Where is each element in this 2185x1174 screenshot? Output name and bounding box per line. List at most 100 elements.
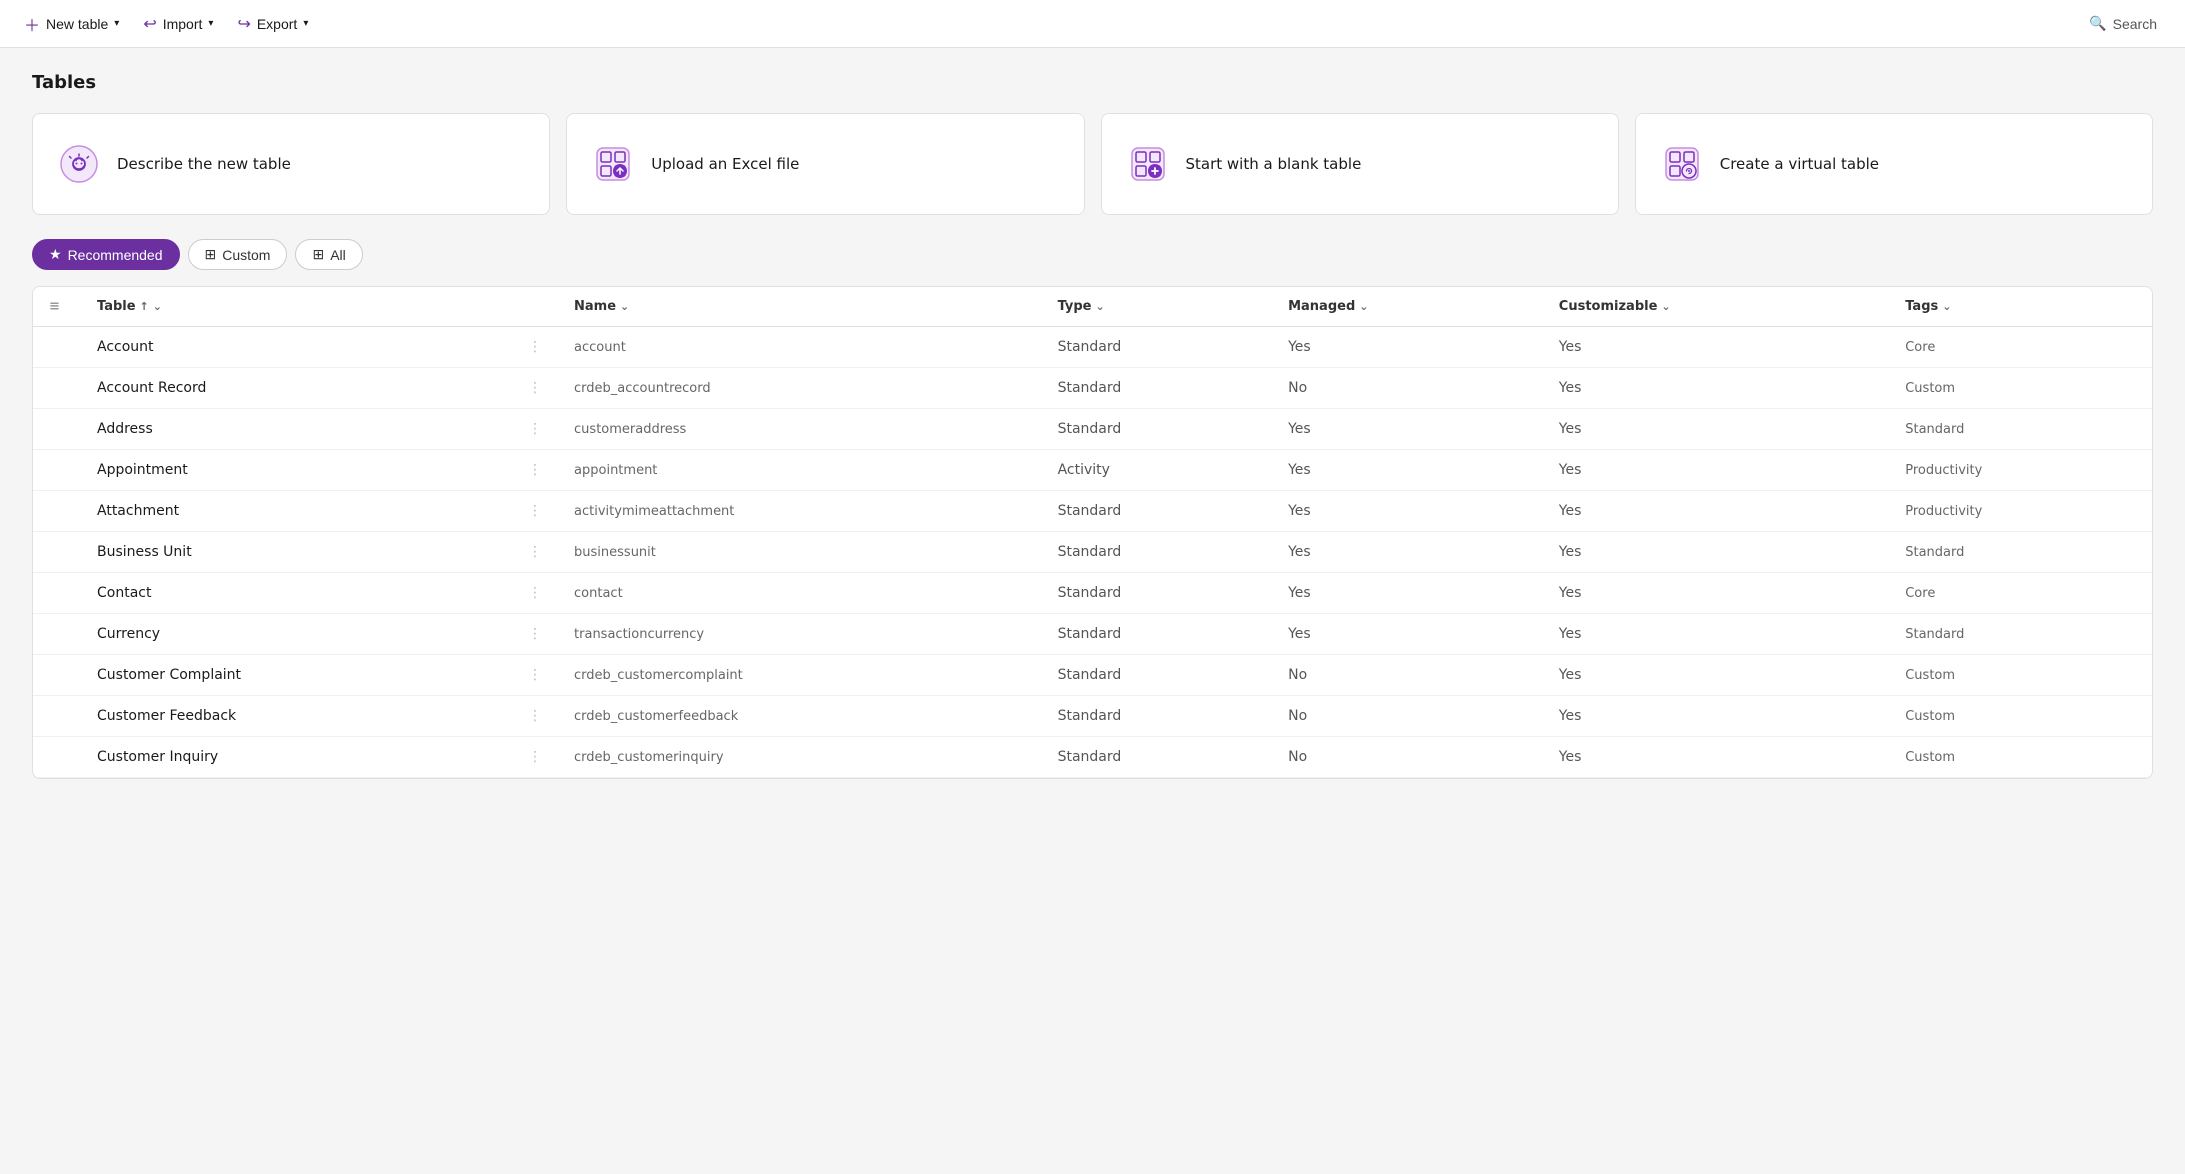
row-options-icon[interactable]: ⋮ <box>528 708 542 724</box>
cell-managed: No <box>1272 655 1543 696</box>
col-table-label: Table <box>97 299 136 314</box>
card-describe[interactable]: Describe the new table <box>32 113 550 215</box>
cell-table: Customer Inquiry ⋮ <box>81 737 558 778</box>
page-title: Tables <box>32 72 2153 93</box>
row-menu <box>33 573 81 614</box>
cell-tags: Custom <box>1889 368 2152 409</box>
row-options-icon[interactable]: ⋮ <box>528 667 542 683</box>
col-managed-label: Managed <box>1288 299 1355 314</box>
name-sort-icon: ⌄ <box>620 300 629 313</box>
row-options-icon[interactable]: ⋮ <box>528 462 542 478</box>
cell-table: Customer Feedback ⋮ <box>81 696 558 737</box>
new-table-button[interactable]: ＋ New table ▾ <box>16 8 127 40</box>
import-button[interactable]: ↩ Import ▾ <box>135 10 221 38</box>
sort-asc-icon: ↑ <box>140 300 149 313</box>
custom-label: Custom <box>222 247 270 263</box>
row-options-icon[interactable]: ⋮ <box>528 380 542 396</box>
cell-managed: Yes <box>1272 491 1543 532</box>
row-menu <box>33 327 81 368</box>
table-row[interactable]: Customer Feedback ⋮ crdeb_customerfeedba… <box>33 696 2152 737</box>
describe-icon <box>57 142 101 186</box>
new-table-label: New table <box>46 16 108 32</box>
table-row[interactable]: Attachment ⋮ activitymimeattachment Stan… <box>33 491 2152 532</box>
export-chevron-icon: ▾ <box>303 18 308 29</box>
cell-name: activitymimeattachment <box>558 491 1042 532</box>
row-options-icon[interactable]: ⋮ <box>528 585 542 601</box>
th-type[interactable]: Type ⌄ <box>1042 287 1273 327</box>
filter-all[interactable]: ⊞ All <box>295 239 362 270</box>
cell-tags: Custom <box>1889 696 2152 737</box>
card-upload[interactable]: Upload an Excel file <box>566 113 1084 215</box>
star-icon: ★ <box>49 246 62 263</box>
cell-managed: Yes <box>1272 573 1543 614</box>
recommended-label: Recommended <box>68 247 163 263</box>
table-row[interactable]: Appointment ⋮ appointment Activity Yes Y… <box>33 450 2152 491</box>
cell-tags: Core <box>1889 573 2152 614</box>
th-customizable[interactable]: Customizable ⌄ <box>1543 287 1889 327</box>
cell-managed: Yes <box>1272 614 1543 655</box>
cell-type: Standard <box>1042 409 1273 450</box>
cell-name: account <box>558 327 1042 368</box>
th-name[interactable]: Name ⌄ <box>558 287 1042 327</box>
row-menu <box>33 491 81 532</box>
table-row[interactable]: Customer Inquiry ⋮ crdeb_customerinquiry… <box>33 737 2152 778</box>
all-grid-icon: ⊞ <box>312 246 324 263</box>
table-row[interactable]: Contact ⋮ contact Standard Yes Yes Core <box>33 573 2152 614</box>
cell-type: Standard <box>1042 737 1273 778</box>
search-icon: 🔍 <box>2089 15 2106 32</box>
row-options-icon[interactable]: ⋮ <box>528 421 542 437</box>
row-options-icon[interactable]: ⋮ <box>528 339 542 355</box>
cell-managed: Yes <box>1272 409 1543 450</box>
row-menu <box>33 737 81 778</box>
topbar: ＋ New table ▾ ↩ Import ▾ ↪ Export ▾ 🔍 Se… <box>0 0 2185 48</box>
all-label: All <box>330 247 346 263</box>
describe-card-label: Describe the new table <box>117 155 291 173</box>
col-name-label: Name <box>574 299 616 314</box>
new-table-chevron-icon: ▾ <box>114 18 119 29</box>
export-button[interactable]: ↪ Export ▾ <box>229 10 316 38</box>
cell-type: Standard <box>1042 491 1273 532</box>
cell-type: Standard <box>1042 573 1273 614</box>
table-row[interactable]: Customer Complaint ⋮ crdeb_customercompl… <box>33 655 2152 696</box>
cell-table: Attachment ⋮ <box>81 491 558 532</box>
th-tags[interactable]: Tags ⌄ <box>1889 287 2152 327</box>
table-row[interactable]: Address ⋮ customeraddress Standard Yes Y… <box>33 409 2152 450</box>
cell-customizable: Yes <box>1543 532 1889 573</box>
card-blank[interactable]: Start with a blank table <box>1101 113 1619 215</box>
cell-name: contact <box>558 573 1042 614</box>
row-options-icon[interactable]: ⋮ <box>528 503 542 519</box>
row-options-icon[interactable]: ⋮ <box>528 544 542 560</box>
cell-name: appointment <box>558 450 1042 491</box>
table-body: Account ⋮ account Standard Yes Yes Core … <box>33 327 2152 778</box>
row-menu <box>33 368 81 409</box>
search-label: Search <box>2113 16 2157 32</box>
cell-customizable: Yes <box>1543 327 1889 368</box>
row-menu <box>33 409 81 450</box>
filter-tabs: ★ Recommended ⊞ Custom ⊞ All <box>32 239 2153 270</box>
filter-custom[interactable]: ⊞ Custom <box>188 239 288 270</box>
card-virtual[interactable]: Create a virtual table <box>1635 113 2153 215</box>
cell-name: crdeb_accountrecord <box>558 368 1042 409</box>
filter-recommended[interactable]: ★ Recommended <box>32 239 180 270</box>
blank-icon <box>1126 142 1170 186</box>
cell-table: Customer Complaint ⋮ <box>81 655 558 696</box>
row-options-icon[interactable]: ⋮ <box>528 749 542 765</box>
cell-customizable: Yes <box>1543 614 1889 655</box>
cell-table: Account ⋮ <box>81 327 558 368</box>
search-button[interactable]: 🔍 Search <box>2077 11 2169 36</box>
cell-customizable: Yes <box>1543 737 1889 778</box>
virtual-icon <box>1660 142 1704 186</box>
row-options-icon[interactable]: ⋮ <box>528 626 542 642</box>
table-row[interactable]: Currency ⋮ transactioncurrency Standard … <box>33 614 2152 655</box>
table-container: ≡ Table ↑ ⌄ Name ⌄ <box>32 286 2153 779</box>
table-row[interactable]: Business Unit ⋮ businessunit Standard Ye… <box>33 532 2152 573</box>
table-header: ≡ Table ↑ ⌄ Name ⌄ <box>33 287 2152 327</box>
cell-tags: Standard <box>1889 409 2152 450</box>
table-row[interactable]: Account Record ⋮ crdeb_accountrecord Sta… <box>33 368 2152 409</box>
table-row[interactable]: Account ⋮ account Standard Yes Yes Core <box>33 327 2152 368</box>
th-table[interactable]: Table ↑ ⌄ <box>81 287 558 327</box>
cell-name: crdeb_customerfeedback <box>558 696 1042 737</box>
th-row-num: ≡ <box>33 287 81 327</box>
th-managed[interactable]: Managed ⌄ <box>1272 287 1543 327</box>
cell-type: Standard <box>1042 327 1273 368</box>
